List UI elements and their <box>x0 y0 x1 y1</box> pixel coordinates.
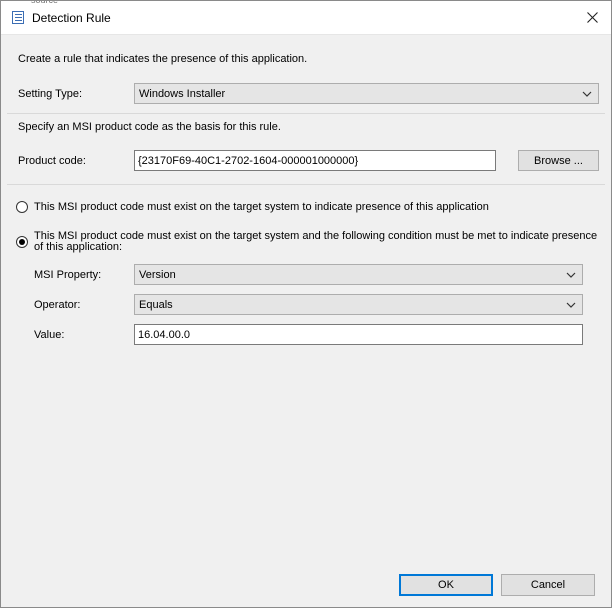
msi-property-label: MSI Property: <box>34 269 102 281</box>
product-code-label: Product code: <box>18 155 86 167</box>
detection-rule-dialog: source Detection Rule Create a rule that… <box>0 0 612 608</box>
close-icon <box>586 12 598 23</box>
product-code-input[interactable]: {23170F69-40C1-2702-1604-000001000000} <box>134 150 496 171</box>
setting-type-dropdown[interactable]: Windows Installer <box>134 83 599 104</box>
radio-must-exist[interactable] <box>16 201 28 213</box>
value-input[interactable]: 16.04.00.0 <box>134 324 583 345</box>
separator <box>7 113 605 114</box>
msi-property-value: Version <box>139 269 176 281</box>
product-code-value: {23170F69-40C1-2702-1604-000001000000} <box>138 155 359 167</box>
dialog-title: Detection Rule <box>32 11 111 25</box>
radio-must-exist-with-condition-label[interactable]: This MSI product code must exist on the … <box>34 231 599 253</box>
chevron-down-icon <box>582 91 592 97</box>
browse-button[interactable]: Browse ... <box>518 150 599 171</box>
value-field-value: 16.04.00.0 <box>138 329 190 341</box>
msi-hint-text: Specify an MSI product code as the basis… <box>18 121 281 133</box>
setting-type-value: Windows Installer <box>139 88 226 100</box>
operator-dropdown[interactable]: Equals <box>134 294 583 315</box>
operator-label: Operator: <box>34 299 81 311</box>
chevron-down-icon <box>566 272 576 278</box>
intro-text: Create a rule that indicates the presenc… <box>18 53 308 65</box>
radio-must-exist-label[interactable]: This MSI product code must exist on the … <box>34 202 594 213</box>
msi-property-dropdown[interactable]: Version <box>134 264 583 285</box>
operator-value: Equals <box>139 299 173 311</box>
background-peek-text: source <box>31 0 59 5</box>
setting-type-label: Setting Type: <box>18 88 83 100</box>
close-button[interactable] <box>573 1 611 34</box>
separator <box>7 184 605 185</box>
value-label: Value: <box>34 329 65 341</box>
chevron-down-icon <box>566 302 576 308</box>
radio-must-exist-with-condition[interactable] <box>16 236 28 248</box>
cancel-button[interactable]: Cancel <box>501 574 595 596</box>
dialog-icon <box>12 11 24 24</box>
ok-button[interactable]: OK <box>399 574 493 596</box>
title-bar[interactable]: source Detection Rule <box>1 1 611 35</box>
